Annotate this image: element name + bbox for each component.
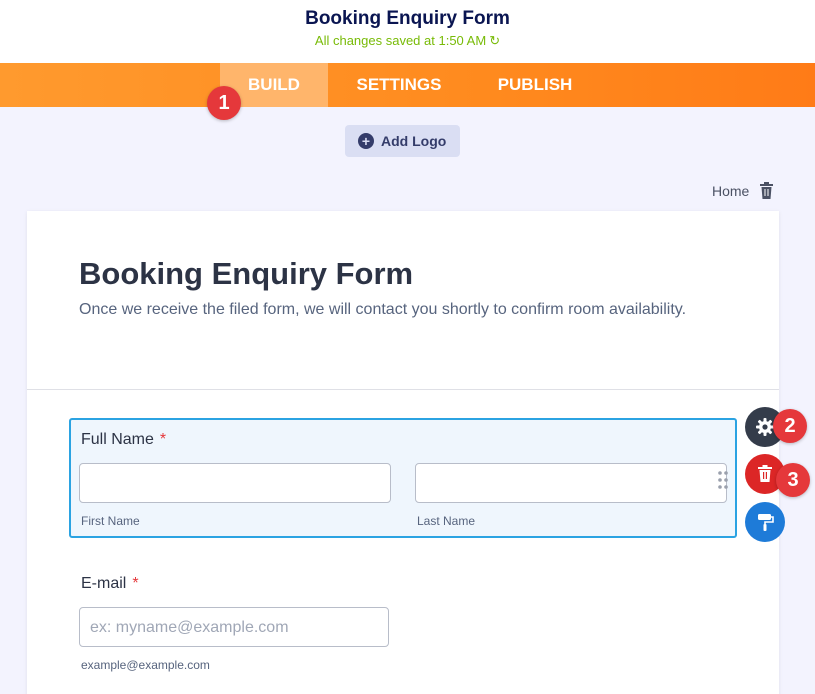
step-badge-1: 1 — [207, 86, 241, 120]
full-name-field[interactable]: Full Name * First Name Last Name — [69, 418, 737, 538]
email-sublabel: example@example.com — [81, 658, 210, 672]
required-mark: * — [159, 431, 167, 448]
tab-publish[interactable]: PUBLISH — [484, 63, 586, 107]
tab-settings[interactable]: SETTINGS — [338, 63, 460, 107]
email-placeholder: ex: myname@example.com — [90, 619, 289, 636]
trash-icon[interactable] — [760, 182, 773, 199]
trash-icon — [758, 465, 772, 482]
header-divider — [27, 389, 779, 390]
paint-roller-icon — [758, 514, 774, 531]
form-card: Booking Enquiry Form Once we receive the… — [27, 211, 779, 694]
email-label: E-mail * — [81, 575, 139, 593]
gear-icon — [756, 418, 774, 436]
email-input[interactable]: ex: myname@example.com — [79, 607, 389, 647]
email-label-text: E-mail — [81, 575, 127, 592]
field-style-button[interactable] — [745, 502, 785, 542]
step-badge-3: 3 — [776, 463, 810, 497]
plus-circle-icon: + — [358, 133, 374, 149]
last-name-input[interactable] — [415, 463, 727, 503]
refresh-icon[interactable]: ↻ — [489, 33, 500, 49]
save-status: All changes saved at 1:50 AM ↻ — [0, 33, 815, 49]
form-name-title[interactable]: Booking Enquiry Form — [0, 8, 815, 30]
add-logo-label: Add Logo — [381, 133, 447, 149]
add-logo-button[interactable]: + Add Logo — [345, 125, 460, 157]
last-name-sublabel: Last Name — [417, 514, 476, 528]
step-badge-2: 2 — [773, 409, 807, 443]
first-name-sublabel: First Name — [81, 514, 140, 528]
page-home-link[interactable]: Home — [712, 183, 749, 199]
builder-nav: BUILD SETTINGS PUBLISH — [0, 63, 815, 107]
save-status-text: All changes saved at 1:50 AM — [314, 33, 487, 48]
form-subheading[interactable]: Once we receive the filed form, we will … — [79, 297, 719, 323]
form-heading[interactable]: Booking Enquiry Form — [79, 256, 413, 292]
first-name-input[interactable] — [79, 463, 391, 503]
drag-handle-icon[interactable] — [717, 470, 729, 490]
required-mark: * — [132, 575, 139, 592]
full-name-label: Full Name * — [81, 431, 166, 449]
full-name-label-text: Full Name — [81, 431, 154, 448]
top-header: Booking Enquiry Form All changes saved a… — [0, 0, 815, 63]
